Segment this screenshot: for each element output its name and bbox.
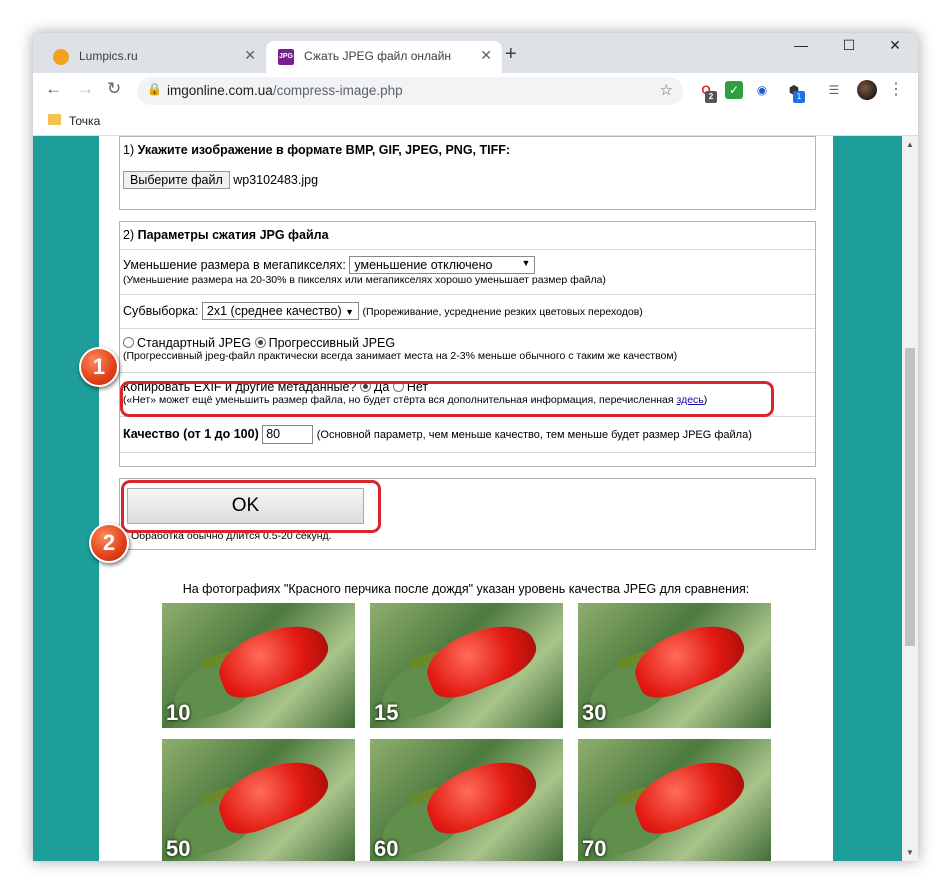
new-tab-button[interactable]: + [505,43,517,66]
exif-highlight-frame [120,381,774,417]
quality-row: Качество (от 1 до 100) 80 (Основной пара… [123,425,812,444]
quality-hint: (Основной параметр, чем меньше качество,… [316,428,752,441]
reload-icon[interactable]: ↻ [107,79,121,99]
toolbar: ← → ↻ 🔒 imgonline.com.ua/compress-image.… [33,73,918,109]
minimize-button[interactable]: — [778,37,824,53]
progressive-jpeg-radio[interactable] [254,337,266,348]
sample-photo: 70 [578,739,771,861]
checkmark-extension-icon[interactable]: ✓ [725,81,743,99]
tab-title: Сжать JPEG файл онлайн - IMG [304,49,454,63]
sample-photo: 50 [162,739,355,861]
sample-photo: 15 [370,603,563,728]
pepper-image [210,612,336,706]
pepper-image [210,748,336,842]
divider [120,372,815,373]
section1-heading: 1) Укажите изображение в формате BMP, GI… [123,143,812,157]
close-window-button[interactable]: ✕ [872,37,918,54]
quality-tag: 15 [374,700,399,725]
close-tab-icon[interactable]: ✕ [480,47,492,64]
divider [120,249,815,250]
subsampling-select[interactable]: 2x1 (среднее качество) ▼ [201,302,360,320]
standard-jpeg-label[interactable]: Стандартный JPEG [137,336,251,350]
folder-icon [48,114,61,125]
progressive-hint: (Прогрессивный jpeg-файл практически все… [123,350,678,362]
section-number: 1) [123,143,135,157]
megapixel-label: Уменьшение размера в мегапикселях: [123,258,346,272]
back-arrow-icon[interactable]: ← [45,79,62,99]
scrollbar-thumb[interactable] [905,348,915,646]
jpeg-type-row: Стандартный JPEG Прогрессивный JPEG (Про… [123,336,812,362]
samples-caption: На фотографиях "Красного перчика после д… [182,582,750,596]
tab-imgonline[interactable]: JPG Сжать JPEG файл онлайн - IMG ✕ [266,41,502,73]
ok-highlight-frame [121,480,381,533]
quality-tag: 30 [582,700,607,725]
opera-extension-icon[interactable]: O2 [697,81,717,103]
compression-params-section: 2) Параметры сжатия JPG файла Уменьшение… [119,221,816,467]
choose-file-button[interactable]: Выберите файл [123,171,230,189]
divider [120,328,815,329]
file-name: wp3102483.jpg [233,173,319,187]
profile-avatar[interactable] [857,80,877,100]
sample-photo: 60 [370,739,563,861]
quality-label: Качество (от 1 до 100) [123,426,259,441]
bookmark-star-icon[interactable]: ☆ [660,81,673,99]
quality-tag: 50 [166,836,191,861]
dropdown-arrow-icon: ▼ [345,307,355,317]
vpn-globe-icon[interactable]: ◉ [753,81,771,99]
jpg-favicon-icon: JPG [278,49,294,65]
step-marker-1: 1 [79,347,119,387]
maximize-button[interactable]: ☐ [826,37,872,54]
close-tab-icon[interactable]: ✕ [244,47,256,64]
megapixel-hint: (Уменьшение размера на 20-30% в пикселях… [123,274,606,286]
divider [120,294,815,295]
sample-photo: 10 [162,603,355,728]
lock-icon[interactable]: 🔒 [147,82,162,96]
quality-tag: 10 [166,700,191,725]
scroll-down-arrow-icon[interactable]: ▼ [906,848,914,857]
lumpics-favicon-icon [53,49,69,65]
address-bar[interactable]: 🔒 imgonline.com.ua/compress-image.php ☆ [137,77,683,105]
subsampling-hint: (Прореживание, усреднение резких цветовы… [362,306,643,318]
section2-heading: 2) Параметры сжатия JPG файла [123,228,812,242]
menu-dots-icon[interactable]: ⋮ [888,79,904,99]
tab-lumpics[interactable]: Lumpics.ru ✕ [41,41,266,73]
subsampling-row: Субвыборка: 2x1 (среднее качество) ▼ (Пр… [123,302,812,320]
quality-tag: 70 [582,836,607,861]
cube-extension-icon[interactable]: ⬢ 1 [785,81,805,103]
section-number: 2) [123,228,135,242]
forward-arrow-icon[interactable]: → [77,79,94,99]
sample-photo: 30 [578,603,771,728]
subsampling-label: Субвыборка: [123,304,199,318]
media-queue-icon[interactable]: ☰ [825,81,843,99]
pepper-image [418,612,544,706]
megapixel-row: Уменьшение размера в мегапикселях: умень… [123,256,812,286]
quality-tag: 60 [374,836,399,861]
url-text[interactable]: imgonline.com.ua/compress-image.php [167,83,403,98]
page-content: 1) Укажите изображение в формате BMP, GI… [79,136,833,861]
bookmark-tochka[interactable]: Точка [69,114,100,128]
divider [120,452,815,453]
megapixel-select[interactable]: уменьшение отключено ▼ [349,256,536,274]
browser-window: Lumpics.ru ✕ JPG Сжать JPEG файл онлайн … [33,33,918,861]
dropdown-arrow-icon: ▼ [521,258,531,268]
step-marker-2: 2 [89,523,129,563]
section1-title: Укажите изображение в формате BMP, GIF, … [137,143,511,157]
pepper-image [626,612,752,706]
page-viewport: 1) Укажите изображение в формате BMP, GI… [33,136,902,861]
quality-input[interactable]: 80 [262,425,314,444]
file-picker-row: Выберите файл wp3102483.jpg [123,171,812,189]
tab-strip: Lumpics.ru ✕ JPG Сжать JPEG файл онлайн … [33,33,918,73]
scroll-up-arrow-icon[interactable]: ▲ [906,140,914,149]
upload-section: 1) Укажите изображение в формате BMP, GI… [119,136,816,210]
tab-title: Lumpics.ru [79,49,138,63]
bookmarks-bar: Точка [33,109,918,136]
standard-jpeg-radio[interactable] [123,337,134,348]
pepper-image [418,748,544,842]
section2-title: Параметры сжатия JPG файла [137,228,329,242]
progressive-jpeg-label[interactable]: Прогрессивный JPEG [269,336,395,350]
vertical-scrollbar[interactable]: ▲ ▼ [902,136,918,861]
pepper-image [626,748,752,842]
